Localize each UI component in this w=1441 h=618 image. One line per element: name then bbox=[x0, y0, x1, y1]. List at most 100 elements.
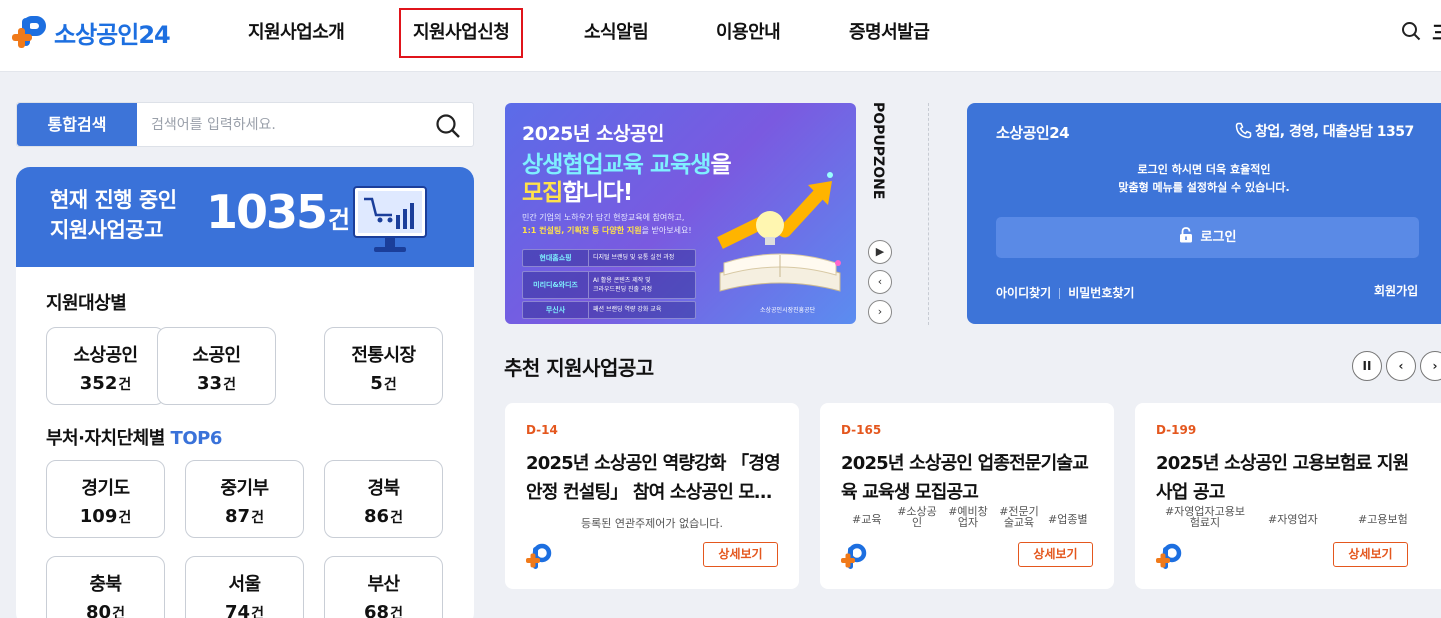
keyword-tags: #교육 #소상공 인 #예비창 업자 #전문기 술교육 #업종별 bbox=[841, 506, 1103, 536]
target-count-value: 5 bbox=[370, 373, 383, 394]
target-item[interactable]: 소공인 33건 bbox=[157, 327, 276, 405]
ministry-name: 중기부 bbox=[220, 478, 269, 499]
keyword-tag[interactable]: #예비창 업자 bbox=[947, 506, 989, 528]
popup-next-button[interactable]: › bbox=[868, 300, 892, 324]
ministry-count-unit: 건 bbox=[251, 606, 264, 618]
target-count-unit: 건 bbox=[223, 377, 236, 393]
nav-item-news[interactable]: 소식알림 bbox=[584, 10, 649, 56]
ministry-item[interactable]: 경기도 109건 bbox=[46, 460, 165, 538]
keyword-tag[interactable]: #소상공 인 bbox=[897, 506, 937, 528]
ministry-name: 경기도 bbox=[81, 478, 130, 499]
find-password-link[interactable]: 비밀번호찾기 bbox=[1068, 286, 1134, 300]
login-box: 소상공인24 창업, 경영, 대출상담 1357 로그인 하시면 더욱 효율적인… bbox=[967, 103, 1441, 324]
target-item[interactable]: 소상공인 352건 bbox=[46, 327, 165, 405]
keyword-tag[interactable]: #교육 bbox=[852, 514, 881, 525]
ministry-count-value: 68 bbox=[364, 602, 390, 618]
popup-heading-1: 2025년 소상공인 bbox=[522, 123, 664, 145]
nav-item-guide[interactable]: 이용안내 bbox=[716, 10, 781, 56]
popup-heading-3b: 합니다! bbox=[562, 180, 633, 206]
target-count-value: 33 bbox=[197, 373, 223, 394]
consult-phone[interactable]: 창업, 경영, 대출상담 1357 bbox=[1235, 121, 1414, 141]
ministry-item[interactable]: 서울 74건 bbox=[185, 556, 304, 618]
popupzone-label-text: POPUPZONE bbox=[870, 102, 886, 200]
d-day-badge: D-165 bbox=[841, 423, 882, 437]
card-title[interactable]: 2025년 소상공인 고용보험료 지원사업 공고 bbox=[1156, 449, 1418, 507]
find-id-link[interactable]: 아이디찾기 bbox=[996, 286, 1051, 300]
recommended-card[interactable]: D-165 2025년 소상공인 업종전문기술교육 교육생 모집공고 #교육 #… bbox=[820, 403, 1114, 589]
keyword-tag[interactable]: #업종별 bbox=[1048, 514, 1088, 525]
nav-item-apply[interactable]: 지원사업신청 bbox=[398, 8, 524, 58]
nav-item-certificate[interactable]: 증명서발급 bbox=[849, 10, 930, 56]
site-logo[interactable]: 소상공인24 bbox=[12, 14, 171, 50]
recommended-pause-button[interactable]: II bbox=[1352, 351, 1382, 381]
ministries-title-highlight: TOP6 bbox=[170, 428, 223, 449]
support-summary-card: 현재 진행 중인 지원사업공고 1035건 지원대상별 소상공인 352건 소공… bbox=[16, 167, 474, 618]
popup-course-row: 무신사 패션 브랜딩 역량 강화 교육 bbox=[522, 301, 696, 319]
ministry-count-unit: 건 bbox=[390, 606, 403, 618]
popup-desc-2: 1:1 컨설팅, 기획전 등 다양한 지원을 받아보세요! bbox=[522, 224, 692, 237]
nav-item-intro[interactable]: 지원사업소개 bbox=[248, 10, 345, 56]
popup-org-badge: 소상공인시장진흥공단 bbox=[760, 307, 816, 314]
ministry-count-value: 87 bbox=[225, 506, 251, 527]
popup-desc-2b: 을 받아보세요! bbox=[641, 226, 692, 235]
card-title[interactable]: 2025년 소상공인 역량강화 「경영안정 컨설팅」 참여 소상공인 모… bbox=[526, 449, 788, 507]
ministry-count-value: 80 bbox=[86, 602, 112, 618]
target-count: 352건 bbox=[47, 373, 164, 394]
search-submit-icon[interactable] bbox=[435, 113, 461, 139]
card-title[interactable]: 2025년 소상공인 업종전문기술교육 교육생 모집공고 bbox=[841, 449, 1103, 507]
ongoing-line1: 현재 진행 중인 bbox=[50, 188, 177, 212]
recommended-next-button[interactable]: › bbox=[1420, 351, 1441, 381]
ongoing-count-value: 1035 bbox=[206, 185, 328, 239]
popup-course-desc: 디지털 브랜딩 및 유통 실전 과정 bbox=[593, 254, 675, 261]
ministries-title: 부처·자치단체별 TOP6 bbox=[46, 424, 222, 450]
search-icon[interactable] bbox=[1401, 21, 1421, 41]
login-button[interactable]: 로그인 bbox=[996, 217, 1419, 258]
detail-button[interactable]: 상세보기 bbox=[703, 542, 778, 567]
ministry-name: 부산 bbox=[367, 574, 400, 595]
ministry-count-value: 86 bbox=[364, 506, 390, 527]
recommended-card[interactable]: D-14 2025년 소상공인 역량강화 「경영안정 컨설팅」 참여 소상공인 … bbox=[505, 403, 799, 589]
popup-prev-button[interactable]: ‹ bbox=[868, 270, 892, 294]
popup-course-row: 현대홈쇼핑 디지털 브랜딩 및 유통 실전 과정 bbox=[522, 249, 696, 267]
menu-icon[interactable]: 三 bbox=[1432, 19, 1441, 45]
recommended-prev-button[interactable]: ‹ bbox=[1386, 351, 1416, 381]
site-header: 소상공인24 지원사업소개 지원사업신청 소식알림 이용안내 증명서발급 三 bbox=[0, 0, 1441, 72]
detail-button[interactable]: 상세보기 bbox=[1018, 542, 1093, 567]
ministry-count: 109건 bbox=[47, 506, 164, 527]
popup-play-button[interactable]: ▶ bbox=[868, 240, 892, 264]
popup-heading-3: 모집합니다! bbox=[522, 173, 633, 207]
login-links: 아이디찾기 비밀번호찾기 bbox=[996, 284, 1134, 301]
ministry-count-value: 74 bbox=[225, 602, 251, 618]
target-name: 전통시장 bbox=[351, 345, 416, 366]
ongoing-banner[interactable]: 현재 진행 중인 지원사업공고 1035건 bbox=[16, 167, 474, 267]
login-message-1: 로그인 하시면 더욱 효율적인 bbox=[1137, 163, 1271, 176]
popup-course-desc: 패션 브랜딩 역량 강화 교육 bbox=[593, 306, 662, 313]
target-item[interactable]: 전통시장 5건 bbox=[324, 327, 443, 405]
ministry-item[interactable]: 중기부 87건 bbox=[185, 460, 304, 538]
keyword-tag[interactable]: #자영업자고용보 험료지 bbox=[1160, 506, 1250, 528]
target-count-value: 352 bbox=[79, 373, 118, 394]
popup-desc-2a: 1:1 컨설팅, 기획전 등 다양한 지원 bbox=[522, 226, 642, 235]
popup-course-desc-2: 크라우드펀딩 진출 과정 bbox=[593, 286, 653, 293]
ongoing-label: 현재 진행 중인 지원사업공고 bbox=[50, 185, 177, 245]
search-input[interactable] bbox=[141, 107, 431, 143]
join-link[interactable]: 회원가입 bbox=[1374, 282, 1418, 299]
ministry-item[interactable]: 부산 68건 bbox=[324, 556, 443, 618]
keyword-tag[interactable]: #고용보험 bbox=[1358, 514, 1408, 525]
popup-banner[interactable]: 2025년 소상공인 상생협업교육 교육생을 모집합니다! 민간 기업의 노하우… bbox=[505, 103, 856, 324]
ministry-count-value: 109 bbox=[79, 506, 118, 527]
recommended-card[interactable]: D-199 2025년 소상공인 고용보험료 지원사업 공고 #자영업자고용보 … bbox=[1135, 403, 1441, 589]
d-day-badge: D-14 bbox=[526, 423, 558, 437]
popupzone-label: POPUPZONE bbox=[862, 102, 898, 202]
popup-course-desc-1: AI 활용 콘텐츠 제작 및 bbox=[593, 277, 651, 284]
ministry-item[interactable]: 충북 80건 bbox=[46, 556, 165, 618]
ministry-item[interactable]: 경북 86건 bbox=[324, 460, 443, 538]
ministry-count: 68건 bbox=[325, 602, 442, 618]
popup-description: 민간 기업의 노하우가 담긴 현장교육에 참여하고, 1:1 컨설팅, 기획전 … bbox=[522, 211, 692, 237]
keyword-tags: #자영업자고용보 험료지 #자영업자 #고용보험 bbox=[1156, 506, 1418, 536]
detail-button[interactable]: 상세보기 bbox=[1333, 542, 1408, 567]
search-tab[interactable]: 통합검색 bbox=[17, 103, 137, 146]
keyword-tag[interactable]: #자영업자 bbox=[1268, 514, 1318, 525]
ministry-count-unit: 건 bbox=[390, 510, 403, 526]
keyword-tag[interactable]: #전문기 술교육 bbox=[998, 506, 1040, 528]
